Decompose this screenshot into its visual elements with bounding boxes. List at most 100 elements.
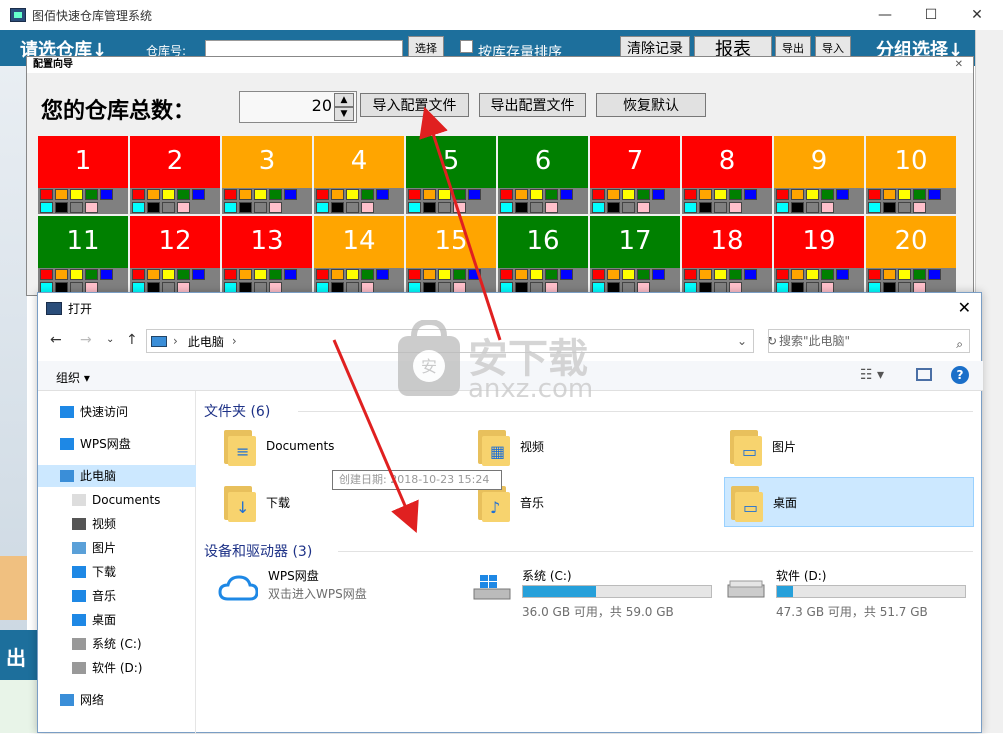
color-swatch[interactable] xyxy=(254,269,267,280)
organize-menu[interactable]: 组织 ▾ xyxy=(56,369,90,386)
color-swatch[interactable] xyxy=(423,269,436,280)
color-swatch[interactable] xyxy=(729,202,742,213)
warehouse-number[interactable]: 13 xyxy=(222,216,312,268)
color-swatch[interactable] xyxy=(438,269,451,280)
warehouse-cell[interactable]: 14 xyxy=(314,216,404,294)
warehouse-cell[interactable]: 5 xyxy=(406,136,496,214)
breadcrumb-chevron-icon[interactable]: › xyxy=(232,334,237,348)
color-swatch[interactable] xyxy=(607,202,620,213)
help-icon[interactable]: ? xyxy=(951,366,969,384)
color-swatch[interactable] xyxy=(530,269,543,280)
minimize-button[interactable]: — xyxy=(862,0,908,30)
color-swatch[interactable] xyxy=(821,202,834,213)
color-swatch[interactable] xyxy=(928,269,941,280)
color-swatch[interactable] xyxy=(376,189,389,200)
color-swatch[interactable] xyxy=(699,269,712,280)
color-swatch[interactable] xyxy=(423,202,436,213)
color-swatch[interactable] xyxy=(821,269,834,280)
color-swatch[interactable] xyxy=(284,269,297,280)
pictures-folder[interactable]: ▭ 图片 xyxy=(724,421,954,471)
color-swatch[interactable] xyxy=(652,189,665,200)
color-swatch[interactable] xyxy=(868,269,881,280)
devices-group-header[interactable]: 设备和驱动器 (3) xyxy=(204,541,312,561)
warehouse-number[interactable]: 5 xyxy=(406,136,496,188)
color-swatch[interactable] xyxy=(408,269,421,280)
color-swatch[interactable] xyxy=(791,269,804,280)
color-swatch[interactable] xyxy=(85,269,98,280)
maximize-button[interactable]: ☐ xyxy=(908,0,954,30)
color-swatch[interactable] xyxy=(806,202,819,213)
color-swatch[interactable] xyxy=(637,269,650,280)
color-swatch[interactable] xyxy=(40,202,53,213)
color-swatch[interactable] xyxy=(729,189,742,200)
color-swatch[interactable] xyxy=(361,202,374,213)
warehouse-number[interactable]: 18 xyxy=(682,216,772,268)
color-swatch[interactable] xyxy=(346,202,359,213)
color-swatch[interactable] xyxy=(40,189,53,200)
warehouse-cell[interactable]: 2 xyxy=(130,136,220,214)
color-swatch[interactable] xyxy=(545,202,558,213)
warehouse-cell[interactable]: 18 xyxy=(682,216,772,294)
color-swatch[interactable] xyxy=(346,269,359,280)
drive-item[interactable]: 系统 (C:) 36.0 GB 可用，共 59.0 GB xyxy=(472,567,722,619)
color-swatch[interactable] xyxy=(147,269,160,280)
sidebar-item[interactable]: 视频 xyxy=(38,513,196,535)
color-swatch[interactable] xyxy=(284,189,297,200)
color-swatch[interactable] xyxy=(836,269,849,280)
color-swatch[interactable] xyxy=(714,269,727,280)
color-swatch[interactable] xyxy=(453,269,466,280)
spinner-down-icon[interactable]: ▼ xyxy=(334,107,354,121)
color-swatch[interactable] xyxy=(316,189,329,200)
color-swatch[interactable] xyxy=(592,189,605,200)
color-swatch[interactable] xyxy=(132,189,145,200)
warehouse-number[interactable]: 16 xyxy=(498,216,588,268)
color-swatch[interactable] xyxy=(162,202,175,213)
sidebar-item[interactable]: 音乐 xyxy=(38,585,196,607)
color-swatch[interactable] xyxy=(729,269,742,280)
warehouse-cell[interactable]: 1 xyxy=(38,136,128,214)
color-swatch[interactable] xyxy=(699,202,712,213)
color-swatch[interactable] xyxy=(331,202,344,213)
sidebar-item[interactable]: 网络 xyxy=(38,689,196,711)
color-swatch[interactable] xyxy=(560,269,573,280)
warehouse-cell[interactable]: 7 xyxy=(590,136,680,214)
warehouse-cell[interactable]: 19 xyxy=(774,216,864,294)
warehouse-number[interactable]: 1 xyxy=(38,136,128,188)
color-swatch[interactable] xyxy=(928,189,941,200)
warehouse-number[interactable]: 20 xyxy=(866,216,956,268)
color-swatch[interactable] xyxy=(224,189,237,200)
warehouse-cell[interactable]: 13 xyxy=(222,216,312,294)
color-swatch[interactable] xyxy=(868,189,881,200)
drive-item[interactable]: 软件 (D:) 47.3 GB 可用，共 51.7 GB xyxy=(726,567,976,619)
config-close-icon[interactable]: ✕ xyxy=(955,57,963,73)
color-swatch[interactable] xyxy=(744,269,757,280)
color-swatch[interactable] xyxy=(714,202,727,213)
color-swatch[interactable] xyxy=(652,269,665,280)
color-swatch[interactable] xyxy=(162,189,175,200)
color-swatch[interactable] xyxy=(530,202,543,213)
color-swatch[interactable] xyxy=(806,269,819,280)
color-swatch[interactable] xyxy=(224,202,237,213)
color-swatch[interactable] xyxy=(883,189,896,200)
color-swatch[interactable] xyxy=(40,269,53,280)
warehouse-cell[interactable]: 17 xyxy=(590,216,680,294)
wps-drive-item[interactable]: WPS网盘 双击进入WPS网盘 xyxy=(218,567,438,617)
color-swatch[interactable] xyxy=(545,189,558,200)
warehouse-cell[interactable]: 8 xyxy=(682,136,772,214)
color-swatch[interactable] xyxy=(607,189,620,200)
close-button[interactable]: ✕ xyxy=(954,0,1000,30)
color-swatch[interactable] xyxy=(791,189,804,200)
color-swatch[interactable] xyxy=(592,202,605,213)
color-swatch[interactable] xyxy=(453,202,466,213)
warehouse-cell[interactable]: 20 xyxy=(866,216,956,294)
color-swatch[interactable] xyxy=(530,189,543,200)
color-swatch[interactable] xyxy=(836,189,849,200)
warehouse-cell[interactable]: 4 xyxy=(314,136,404,214)
color-swatch[interactable] xyxy=(913,189,926,200)
color-swatch[interactable] xyxy=(438,189,451,200)
color-swatch[interactable] xyxy=(714,189,727,200)
color-swatch[interactable] xyxy=(239,269,252,280)
color-swatch[interactable] xyxy=(177,189,190,200)
warehouse-number[interactable]: 17 xyxy=(590,216,680,268)
color-swatch[interactable] xyxy=(269,269,282,280)
